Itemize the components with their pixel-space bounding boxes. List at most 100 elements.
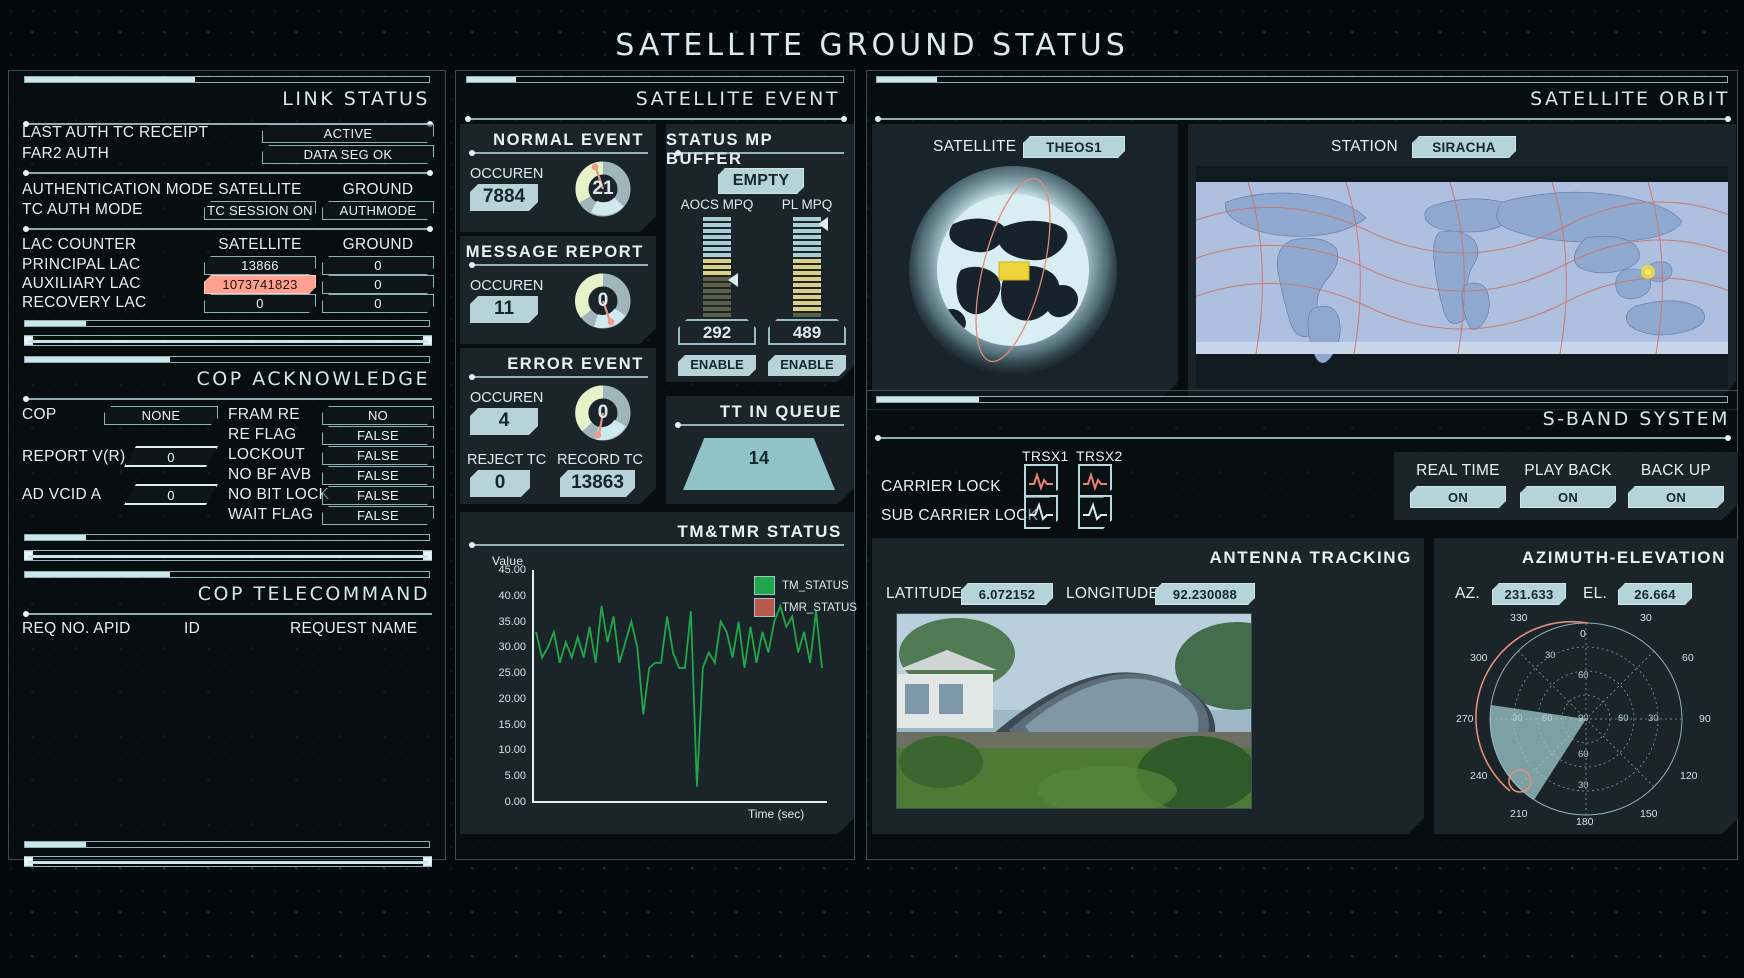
polar-tick-150: 150 <box>1640 808 1658 820</box>
polar-tick-60: 60 <box>1682 652 1694 664</box>
latitude-label: LATITUDE <box>886 585 963 602</box>
polar-tick-90: 90 <box>1699 713 1711 725</box>
tt-in-queue-title: TT IN QUEUE <box>719 403 842 421</box>
real-time-label: REAL TIME <box>1416 462 1500 479</box>
divider <box>23 396 432 402</box>
far2-auth-value: DATA SEG OK <box>262 145 434 164</box>
col-req-no-apid: REQ NO. APID <box>22 620 131 637</box>
legend-label-tmr: TMR_STATUS <box>782 602 857 614</box>
sub-carrier-lock-trsx1-signal-ok-icon <box>1024 495 1058 529</box>
chart-y-tick: 20.00 <box>498 692 526 705</box>
carrier-lock-label: CARRIER LOCK <box>881 478 1001 495</box>
chart-y-tick: 5.00 <box>504 770 526 783</box>
no-bit-lock-label: NO BIT LOCK <box>228 486 330 503</box>
auxiliary-lac-ground: 0 <box>322 275 434 294</box>
pl-mpq-column: PL MPQ 489 <box>768 197 846 347</box>
tc-auth-mode-label: TC AUTH MODE <box>22 201 143 218</box>
cop-value: NONE <box>104 406 218 425</box>
polar-plot: 330 30 300 60 270 90 240 120 210 150 180… <box>1452 608 1720 830</box>
aocs-mpq-pointer <box>728 273 738 287</box>
polar-tick-180: 180 <box>1576 816 1594 828</box>
az-label: AZ. <box>1455 585 1481 602</box>
no-bf-avb-label: NO BF AVB <box>228 466 312 483</box>
divider <box>469 542 844 548</box>
error-event-occuren-value: 4 <box>470 408 538 435</box>
aocs-mpq-column: AOCS MPQ 292 <box>678 197 756 347</box>
polar-tick-270: 270 <box>1456 713 1474 725</box>
principal-lac-ground: 0 <box>322 256 434 275</box>
message-report-gauge-value: 0 <box>597 290 609 311</box>
reject-tc-label: REJECT TC <box>467 452 547 468</box>
pl-mpq-pointer <box>818 217 828 231</box>
legend-label-tm: TM_STATUS <box>782 580 849 592</box>
azimuth-elevation-title: AZIMUTH-ELEVATION <box>1521 548 1726 567</box>
auxiliary-lac-satellite: 1073741823 <box>204 275 316 294</box>
auth-ground-header: GROUND <box>342 181 414 198</box>
chart-y-tick: 25.00 <box>498 667 526 680</box>
trsx2-header: TRSX2 <box>1076 448 1123 464</box>
wait-flag-label: WAIT FLAG <box>228 506 314 523</box>
cop-label: COP <box>22 406 57 423</box>
principal-lac-label: PRINCIPAL LAC <box>22 256 141 273</box>
polar-tick-330: 330 <box>1510 612 1528 624</box>
divider <box>465 116 847 122</box>
chart-y-tick: 10.00 <box>498 744 526 757</box>
az-value: 231.633 <box>1492 583 1566 605</box>
fram-re-label: FRAM RE <box>228 406 300 423</box>
last-auth-tc-receipt-label: LAST AUTH TC RECEIPT <box>22 124 209 141</box>
pl-mpq-ladder <box>793 217 821 319</box>
chart-xlabel: Time (sec) <box>748 807 805 821</box>
aocs-mpq-enable-button[interactable]: ENABLE <box>678 355 756 376</box>
divider <box>875 116 1731 122</box>
page-title: SATELLITE GROUND STATUS <box>615 28 1129 63</box>
normal-event-gauge: 21 <box>574 160 632 218</box>
chart-y-tick: 40.00 <box>498 589 526 602</box>
satellite-value: THEOS1 <box>1023 136 1125 158</box>
divider <box>23 226 433 232</box>
divider <box>23 611 432 617</box>
divider <box>469 262 648 268</box>
longitude-label: LONGITUDE <box>1066 585 1160 602</box>
status-mp-buffer-title: STATUS MP BUFFER <box>666 131 773 168</box>
lac-satellite-header: SATELLITE <box>218 236 302 253</box>
legend-swatch-tmr <box>754 598 775 617</box>
recovery-lac-satellite: 0 <box>204 294 316 313</box>
re-flag-value: FALSE <box>322 426 434 445</box>
message-report-title: MESSAGE REPORT <box>465 243 644 261</box>
tc-auth-mode-ground: AUTHMODE <box>322 201 434 220</box>
tm-tmr-chart: Value 45.00 40.00 35.00 30.00 25.00 20.00 15.0… <box>470 552 857 821</box>
polar-tick-210: 210 <box>1510 808 1528 820</box>
pl-mpq-enable-button[interactable]: ENABLE <box>768 355 846 376</box>
play-back-label: PLAY BACK <box>1524 462 1612 479</box>
decorative-bar <box>24 534 430 541</box>
decorative-bar <box>24 356 430 363</box>
satellite-event-progress <box>466 76 844 83</box>
normal-event-title: NORMAL EVENT <box>493 131 644 149</box>
trsx1-header: TRSX1 <box>1022 448 1069 464</box>
record-tc-label: RECORD TC <box>557 452 643 468</box>
polar-inner-tick: 30 <box>1512 713 1523 724</box>
tc-auth-mode-satellite: TC SESSION ON <box>204 201 316 220</box>
polar-inner-tick: 60 <box>1618 713 1629 724</box>
far2-auth-label: FAR2 AUTH <box>22 145 110 162</box>
decorative-slider <box>24 550 432 561</box>
decorative-bar <box>24 320 430 327</box>
polar-inner-tick: 60 <box>1578 749 1589 760</box>
fram-re-value: NO RETRANSMIT <box>322 406 434 425</box>
polar-tick-0: 0 <box>1580 628 1586 640</box>
polar-tick-300: 300 <box>1470 652 1488 664</box>
error-event-gauge: 0 <box>574 384 632 442</box>
sub-carrier-lock-label: SUB CARRIER LOCK <box>881 507 1039 524</box>
reject-tc-value: 0 <box>470 470 530 497</box>
ad-vcid-a-label: AD VCID A <box>22 486 102 503</box>
mp-buffer-state: EMPTY <box>718 168 804 194</box>
el-label: EL. <box>1583 585 1608 602</box>
chart-y-tick: 30.00 <box>498 641 526 654</box>
report-vr-label: REPORT V(R) <box>22 448 126 465</box>
globe-visualization <box>905 166 1121 382</box>
col-id: ID <box>184 620 201 637</box>
col-request-name: REQUEST NAME <box>290 620 418 637</box>
world-map <box>1196 166 1728 388</box>
station-label: STATION <box>1331 138 1398 155</box>
satellite-event-title: SATELLITE EVENT <box>635 88 840 110</box>
